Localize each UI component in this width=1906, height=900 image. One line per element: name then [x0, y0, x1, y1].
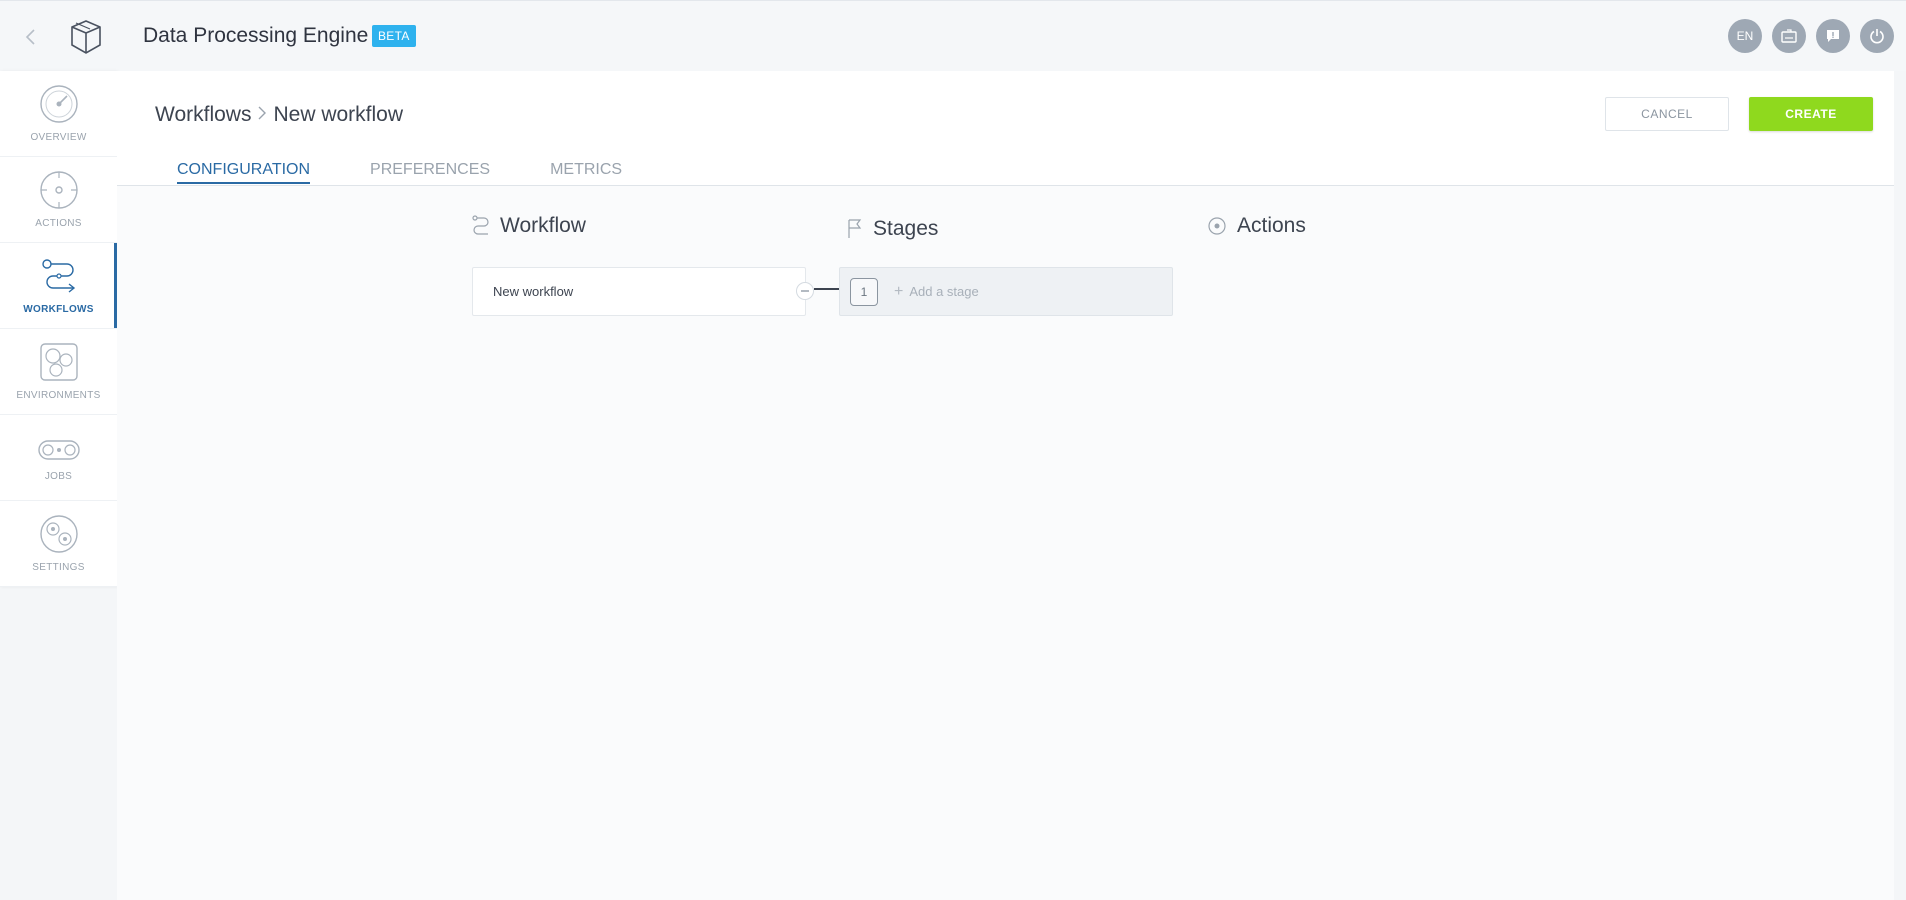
- app-title: Data Processing Engine: [143, 24, 369, 47]
- sidebar-item-label: ENVIRONMENTS: [16, 390, 101, 401]
- logout-button[interactable]: [1860, 19, 1894, 53]
- chat-bubble-icon: [1827, 30, 1839, 42]
- id-card-icon: [1781, 29, 1797, 43]
- feedback-button[interactable]: [1816, 19, 1850, 53]
- actions-column-title: Actions: [1237, 214, 1306, 237]
- stage-number: 1: [850, 277, 878, 306]
- cancel-button[interactable]: CANCEL: [1605, 97, 1729, 131]
- add-stage-label: Add a stage: [909, 284, 979, 299]
- sidebar-item-label: WORKFLOWS: [23, 304, 94, 315]
- back-button[interactable]: [18, 23, 42, 51]
- breadcrumb-current: New workflow: [273, 103, 403, 126]
- workflow-icon: [472, 215, 490, 237]
- actions-column-header: Actions: [1207, 214, 1306, 238]
- header-actions: EN: [1728, 19, 1894, 53]
- chevron-left-icon: [25, 29, 35, 45]
- stages-column-header: Stages: [847, 217, 938, 241]
- sidebar-item-environments[interactable]: ENVIRONMENTS: [0, 329, 117, 415]
- breadcrumb-parent-link[interactable]: Workflows: [155, 103, 251, 127]
- sidebar-item-label: SETTINGS: [32, 562, 85, 573]
- workflow-column-header: Workflow: [472, 214, 586, 238]
- minus-icon: [801, 290, 809, 292]
- target-icon: [39, 171, 78, 209]
- top-bar: Data Processing Engine BETA EN: [0, 0, 1906, 71]
- sidebar-item-label: ACTIONS: [35, 218, 82, 229]
- workflow-icon: [41, 259, 75, 293]
- tab-configuration[interactable]: CONFIGURATION: [177, 161, 311, 184]
- gauge-icon: [39, 85, 78, 123]
- sidebar-item-label: OVERVIEW: [30, 132, 87, 143]
- beta-badge: BETA: [372, 25, 416, 47]
- main-header: Workflows New workflow CANCEL CREATE CON…: [117, 71, 1894, 186]
- profile-card-button[interactable]: [1772, 19, 1806, 53]
- sidebar-item-actions[interactable]: ACTIONS: [0, 157, 117, 243]
- breadcrumb: Workflows New workflow: [155, 103, 403, 127]
- sidebar-item-jobs[interactable]: JOBS: [0, 415, 117, 501]
- connector-line: [814, 288, 839, 290]
- conveyor-icon: [37, 440, 80, 460]
- sidebar-item-workflows[interactable]: WORKFLOWS: [0, 243, 117, 329]
- tab-preferences[interactable]: PREFERENCES: [370, 161, 490, 184]
- chevron-right-icon: [257, 103, 267, 127]
- environments-icon: [39, 343, 78, 381]
- workflow-item[interactable]: New workflow: [472, 267, 806, 316]
- add-stage-card[interactable]: 1 + Add a stage: [839, 267, 1173, 316]
- remove-connection-button[interactable]: [796, 282, 814, 300]
- main-panel: Workflows New workflow CANCEL CREATE CON…: [117, 71, 1894, 900]
- sidebar-item-overview[interactable]: OVERVIEW: [0, 71, 117, 157]
- add-stage-button[interactable]: + Add a stage: [894, 283, 979, 301]
- stages-column-title: Stages: [873, 217, 939, 240]
- power-icon: [1870, 29, 1884, 44]
- sidebar-item-label: JOBS: [44, 471, 73, 482]
- target-icon: [1207, 216, 1227, 236]
- workflow-column-title: Workflow: [500, 214, 586, 237]
- sidebar: OVERVIEW ACTIONS WORKFLOWS ENVIRONMENTS …: [0, 71, 117, 587]
- logo-box-icon: [71, 20, 101, 54]
- tab-bar: CONFIGURATION PREFERENCES METRICS: [177, 161, 622, 184]
- tab-metrics[interactable]: METRICS: [550, 161, 622, 184]
- language-button[interactable]: EN: [1728, 19, 1762, 53]
- plus-icon: +: [894, 282, 904, 300]
- flag-icon: [847, 218, 863, 240]
- create-button[interactable]: CREATE: [1749, 97, 1873, 131]
- sidebar-item-settings[interactable]: SETTINGS: [0, 501, 117, 587]
- gears-icon: [39, 515, 78, 553]
